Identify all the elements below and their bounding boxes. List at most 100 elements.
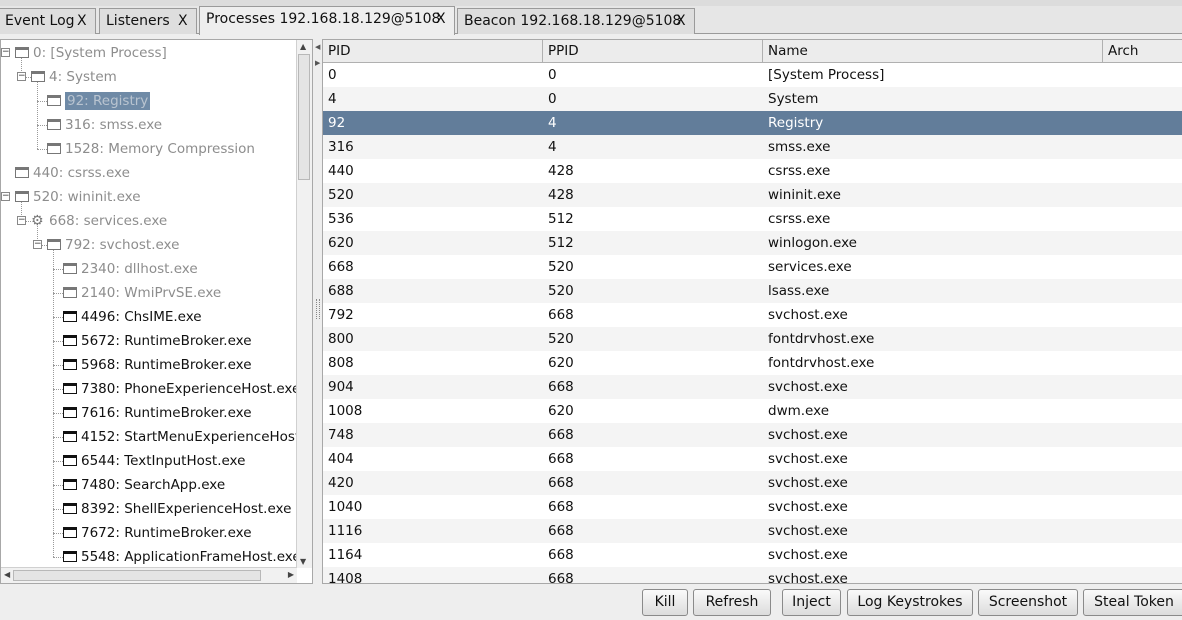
table-row[interactable]: 1040 668 svchost.exe	[323, 495, 1182, 519]
scrollbar-thumb[interactable]	[13, 570, 261, 581]
tree-node[interactable]: ⚙ 668: services.exe	[31, 209, 167, 233]
collapse-icon[interactable]: −	[1, 48, 10, 57]
tree-node-label: 440: csrss.exe	[33, 165, 130, 181]
column-header-ppid[interactable]: PPID	[543, 40, 763, 62]
tree-node[interactable]: 2340: dllhost.exe	[63, 257, 198, 281]
tab-close-icon[interactable]: X	[178, 9, 188, 33]
column-header-arch[interactable]: Arch	[1103, 40, 1182, 62]
table-row[interactable]: 800 520 fontdrvhost.exe	[323, 327, 1182, 351]
table-row[interactable]: 92 4 Registry	[323, 111, 1182, 135]
tree-node-label: 7380: PhoneExperienceHost.exe	[81, 381, 301, 397]
cell-ppid: 668	[548, 427, 574, 443]
tree-node[interactable]: 4: System	[31, 65, 117, 89]
tree-vertical-scrollbar[interactable]: ▲ ▼	[296, 40, 312, 568]
process-table[interactable]: PID PPID Name Arch 0 0 [System Process] 4 0 S…	[322, 39, 1182, 584]
log-keystrokes-button[interactable]: Log Keystrokes	[847, 589, 973, 616]
tree-connector-line	[37, 101, 47, 102]
tab-listeners[interactable]: Listeners X	[99, 8, 197, 34]
table-row[interactable]: 904 668 svchost.exe	[323, 375, 1182, 399]
tree-node[interactable]: 5672: RuntimeBroker.exe	[63, 329, 252, 353]
table-row[interactable]: 1408 668 svchost.exe	[323, 567, 1182, 583]
cell-name: wininit.exe	[768, 187, 841, 203]
tab-close-icon[interactable]: X	[436, 7, 446, 31]
tree-node[interactable]: 316: smss.exe	[47, 113, 162, 137]
table-row[interactable]: 420 668 svchost.exe	[323, 471, 1182, 495]
tree-node[interactable]: 7380: PhoneExperienceHost.exe	[63, 377, 300, 401]
tree-node-label: 4152: StartMenuExperienceHost.exe	[81, 429, 313, 445]
tree-node[interactable]: 7480: SearchApp.exe	[63, 473, 225, 497]
tree-node-label: 5968: RuntimeBroker.exe	[81, 357, 252, 373]
tree-node[interactable]: 520: wininit.exe	[15, 185, 141, 209]
tree-node[interactable]: 0: [System Process]	[15, 41, 167, 65]
scroll-left-icon[interactable]: ◀	[4, 570, 10, 579]
table-row[interactable]: 404 668 svchost.exe	[323, 447, 1182, 471]
tree-connector-line	[53, 365, 63, 366]
scrollbar-thumb[interactable]	[298, 54, 310, 180]
refresh-button[interactable]: Refresh	[693, 589, 771, 616]
tree-node[interactable]: 4152: StartMenuExperienceHost.exe	[63, 425, 313, 449]
tree-node[interactable]: 5548: ApplicationFrameHost.exe	[63, 545, 301, 569]
cell-ppid: 428	[548, 187, 574, 203]
tree-node-label: 6544: TextInputHost.exe	[81, 453, 246, 469]
divider-grip-icon[interactable]	[316, 299, 320, 319]
table-row[interactable]: 0 0 [System Process]	[323, 63, 1182, 87]
tree-connector-line	[53, 437, 63, 438]
column-header-pid[interactable]: PID	[323, 40, 543, 62]
tree-node[interactable]: 7616: RuntimeBroker.exe	[63, 401, 252, 425]
cell-name: services.exe	[768, 259, 852, 275]
steal-token-button[interactable]: Steal Token	[1083, 589, 1182, 616]
tree-horizontal-scrollbar[interactable]: ◀ ▶	[1, 567, 297, 583]
kill-button[interactable]: Kill	[642, 589, 688, 616]
tab-close-icon[interactable]: X	[77, 9, 87, 33]
table-row[interactable]: 668 520 services.exe	[323, 255, 1182, 279]
tree-connector-line	[53, 269, 63, 270]
table-row[interactable]: 536 512 csrss.exe	[323, 207, 1182, 231]
tree-node[interactable]: 6544: TextInputHost.exe	[63, 449, 245, 473]
column-header-name[interactable]: Name	[763, 40, 1103, 62]
inject-button[interactable]: Inject	[782, 589, 841, 616]
tree-node[interactable]: 92: Registry	[47, 89, 151, 113]
table-row[interactable]: 620 512 winlogon.exe	[323, 231, 1182, 255]
tab-beacon[interactable]: Beacon 192.168.18.129@5108 X	[457, 8, 695, 34]
scroll-right-icon[interactable]: ▶	[288, 570, 294, 579]
table-row[interactable]: 440 428 csrss.exe	[323, 159, 1182, 183]
collapse-left-icon[interactable]: ◀	[315, 43, 320, 51]
cell-name: winlogon.exe	[768, 235, 857, 251]
table-row[interactable]: 1164 668 svchost.exe	[323, 543, 1182, 567]
scroll-down-icon[interactable]: ▼	[300, 557, 306, 566]
table-row[interactable]: 748 668 svchost.exe	[323, 423, 1182, 447]
table-row[interactable]: 520 428 wininit.exe	[323, 183, 1182, 207]
cell-pid: 1040	[328, 499, 363, 515]
tree-node[interactable]: 2140: WmiPrvSE.exe	[63, 281, 221, 305]
tree-node[interactable]: 5968: RuntimeBroker.exe	[63, 353, 252, 377]
tree-node[interactable]: 440: csrss.exe	[15, 161, 130, 185]
table-row[interactable]: 792 668 svchost.exe	[323, 303, 1182, 327]
collapse-icon[interactable]: −	[1, 192, 10, 201]
scroll-up-icon[interactable]: ▲	[300, 42, 306, 51]
expand-right-icon[interactable]: ▶	[315, 59, 320, 67]
split-pane-divider[interactable]: ◀ ▶	[313, 39, 322, 584]
tree-node[interactable]: 792: svchost.exe	[47, 233, 179, 257]
tree-node[interactable]: 8392: ShellExperienceHost.exe	[63, 497, 291, 521]
table-row[interactable]: 1116 668 svchost.exe	[323, 519, 1182, 543]
cell-pid: 440	[328, 163, 354, 179]
collapse-icon[interactable]: −	[17, 72, 26, 81]
collapse-icon[interactable]: −	[33, 240, 42, 249]
tab-processes[interactable]: Processes 192.168.18.129@5108 X	[199, 6, 455, 35]
tree-node[interactable]: 7672: RuntimeBroker.exe	[63, 521, 252, 545]
table-row[interactable]: 4 0 System	[323, 87, 1182, 111]
table-row[interactable]: 808 620 fontdrvhost.exe	[323, 351, 1182, 375]
process-tree[interactable]: 0: [System Process] − 4: System − 92: Regist…	[0, 39, 313, 584]
table-row[interactable]: 688 520 lsass.exe	[323, 279, 1182, 303]
tab-event-log[interactable]: Event Log X	[0, 8, 96, 34]
window-icon	[63, 287, 77, 298]
tree-node[interactable]: 1528: Memory Compression	[47, 137, 255, 161]
cell-ppid: 4	[548, 115, 557, 131]
window-icon	[15, 191, 29, 202]
table-row[interactable]: 1008 620 dwm.exe	[323, 399, 1182, 423]
table-row[interactable]: 316 4 smss.exe	[323, 135, 1182, 159]
screenshot-button[interactable]: Screenshot	[978, 589, 1078, 616]
collapse-icon[interactable]: −	[17, 216, 26, 225]
tab-close-icon[interactable]: X	[676, 9, 686, 33]
tree-node[interactable]: 4496: ChsIME.exe	[63, 305, 202, 329]
